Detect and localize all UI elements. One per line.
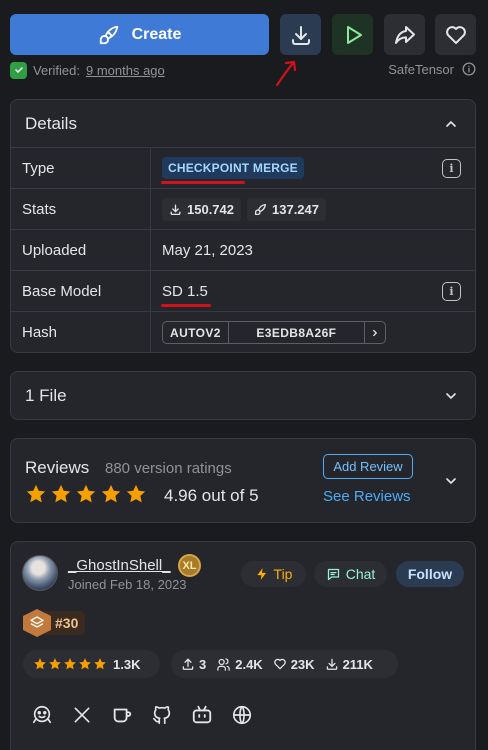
uploads-stat: 3	[181, 657, 206, 672]
details-row-base-model: Base Model SD 1.5 i	[11, 271, 475, 312]
heart-icon	[445, 25, 466, 44]
rank-badge: #30	[23, 609, 86, 637]
level-badge: XL	[178, 554, 201, 577]
row-label: Type	[11, 148, 151, 188]
shield-check-icon	[10, 61, 27, 79]
reviews-panel: Reviews 880 version ratings 4.96 out of …	[10, 438, 476, 523]
joined-date: Joined Feb 18, 2023	[68, 577, 187, 592]
verified-status: Verified: 9 months ago	[10, 60, 165, 80]
row-label: Uploaded	[11, 230, 151, 270]
hash-type[interactable]: AUTOV2	[163, 322, 229, 343]
rating-count: 1.3K	[113, 656, 141, 672]
chat-icon	[327, 568, 339, 580]
average-score: 4.96 out of 5	[164, 486, 259, 505]
github-icon[interactable]	[151, 704, 173, 726]
create-label: Create	[131, 25, 182, 43]
upload-icon	[182, 658, 194, 670]
users-icon	[217, 657, 230, 671]
rank-number: #30	[45, 611, 86, 635]
star-icon	[101, 484, 121, 503]
run-button[interactable]	[332, 14, 373, 55]
heart-icon	[273, 658, 286, 670]
star-icon	[94, 658, 106, 670]
chevron-down-icon[interactable]	[443, 388, 459, 404]
annotation-underline	[161, 304, 211, 307]
reviews-title: Reviews	[25, 458, 90, 477]
star-icon	[79, 658, 91, 670]
ratings-count: 880 version ratings	[105, 460, 232, 477]
star-icon	[49, 658, 61, 670]
brush-icon	[254, 203, 267, 215]
row-label: Hash	[11, 312, 151, 352]
row-label: Base Model	[11, 271, 151, 311]
verified-prefix: Verified:	[33, 62, 80, 78]
play-icon	[346, 25, 362, 44]
details-panel: Details Type CHECKPOINT MERGE i Stats 15…	[10, 99, 476, 353]
details-row-stats: Stats 150.742 137.247	[11, 189, 475, 230]
hash-value[interactable]: E3EDB8A26F	[229, 322, 365, 343]
share-button[interactable]	[384, 14, 425, 55]
row-label: Stats	[11, 189, 151, 229]
star-icon	[26, 484, 46, 503]
creator-panel: _GhostInShell_ XL Joined Feb 18, 2023 Ti…	[10, 541, 476, 750]
follow-button[interactable]: Follow	[396, 561, 464, 587]
social-links	[31, 704, 253, 726]
chevron-right-icon[interactable]	[365, 322, 385, 343]
bolt-icon	[256, 568, 266, 580]
download-icon	[326, 658, 337, 670]
chevron-up-icon[interactable]	[443, 116, 459, 132]
x-twitter-icon[interactable]	[71, 704, 93, 726]
downloads-stat: 150.742	[162, 197, 241, 221]
details-row-uploaded: Uploaded May 21, 2023	[11, 230, 475, 271]
download-icon	[170, 203, 181, 215]
chevron-down-icon[interactable]	[443, 473, 459, 489]
bilibili-icon[interactable]	[191, 704, 213, 726]
star-icon	[51, 484, 71, 503]
download-button[interactable]	[280, 14, 321, 55]
chat-button[interactable]: Chat	[314, 561, 387, 587]
details-header[interactable]: Details	[11, 100, 475, 148]
likes-stat: 23K	[273, 657, 315, 672]
star-rating	[33, 657, 107, 671]
star-rating	[25, 483, 147, 505]
info-icon[interactable]: i	[442, 159, 461, 178]
huggingface-icon[interactable]	[31, 704, 53, 726]
info-icon[interactable]	[462, 62, 476, 76]
model-type-badge: CHECKPOINT MERGE	[162, 157, 304, 179]
avatar[interactable]	[22, 555, 58, 591]
creator-rating-stat: 1.3K	[23, 650, 160, 678]
star-icon	[126, 484, 146, 503]
creator-username[interactable]: _GhostInShell_	[68, 557, 171, 574]
see-reviews-link[interactable]: See Reviews	[323, 488, 411, 505]
files-panel[interactable]: 1 File	[10, 371, 476, 420]
coffee-icon[interactable]	[111, 704, 133, 726]
file-format-label: SafeTensor	[388, 62, 454, 77]
details-row-hash: Hash AUTOV2 E3EDB8A26F	[11, 312, 475, 352]
share-icon	[394, 25, 415, 44]
create-button[interactable]: Create	[10, 14, 269, 55]
followers-stat: 2.4K	[216, 657, 263, 672]
download-icon	[291, 25, 310, 45]
like-button[interactable]	[435, 14, 476, 55]
star-icon	[34, 658, 46, 670]
generations-stat: 137.247	[247, 197, 326, 221]
details-row-type: Type CHECKPOINT MERGE i	[11, 148, 475, 189]
hash-selector[interactable]: AUTOV2 E3EDB8A26F	[162, 321, 386, 344]
star-icon	[76, 484, 96, 503]
verified-time-link[interactable]: 9 months ago	[86, 63, 165, 78]
details-title: Details	[25, 113, 77, 133]
uploaded-date: May 21, 2023	[162, 241, 253, 259]
downloads-stat: 211K	[325, 657, 373, 672]
brush-icon	[99, 25, 118, 44]
annotation-arrow-icon	[275, 60, 297, 87]
star-icon	[64, 658, 76, 670]
info-icon[interactable]: i	[442, 282, 461, 301]
files-title: 1 File	[25, 385, 67, 405]
annotation-underline	[161, 181, 245, 184]
creator-stats: 3 2.4K 23K 211K	[171, 650, 398, 678]
base-model-value: SD 1.5	[162, 282, 208, 300]
tip-button[interactable]: Tip	[241, 561, 306, 587]
add-review-button[interactable]: Add Review	[323, 454, 413, 479]
globe-icon[interactable]	[231, 704, 253, 726]
